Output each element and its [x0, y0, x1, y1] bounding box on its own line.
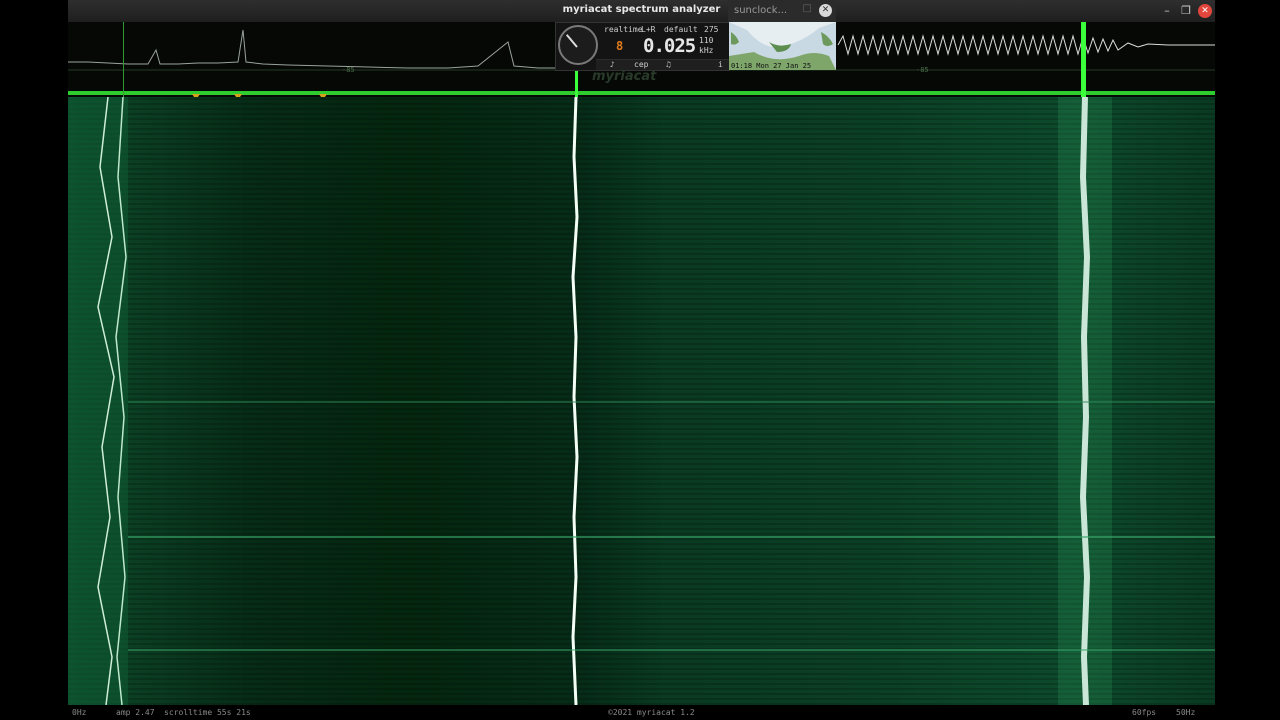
info-button[interactable]: i: [718, 60, 723, 69]
value-prefix: 8: [616, 39, 624, 53]
db-label-right: -85: [916, 66, 929, 74]
waterfall-spectrogram[interactable]: [68, 96, 1215, 706]
minimize-button[interactable]: –: [1160, 4, 1174, 18]
copyright-text: ©2021 myriacat 1.2: [608, 708, 695, 717]
cep-button[interactable]: cep: [634, 60, 648, 69]
frequency-readout: 0.025: [643, 35, 696, 57]
level-gauge-icon: [558, 25, 598, 65]
speaker-icon[interactable]: ♪: [610, 60, 615, 69]
peak-marker-center: [575, 68, 578, 97]
channel-label[interactable]: L+R: [641, 25, 655, 34]
scrolltime-readout: scrolltime 55s 21s: [164, 708, 251, 717]
waterfall-traces: [68, 96, 1215, 706]
note-icon[interactable]: ♫: [666, 60, 671, 69]
amp-readout: amp 2.47: [116, 708, 155, 717]
sunclock-close-button[interactable]: ✕: [819, 4, 832, 17]
count-label: 275: [704, 25, 719, 34]
sunclock-tab-title: sunclock...: [734, 5, 788, 16]
spectrum-trace: [68, 29, 568, 69]
sunclock-time: 01:18 Mon 27 Jan 25: [731, 62, 812, 70]
unit-top: 110: [699, 36, 714, 45]
peak-marker-right: [1081, 22, 1086, 97]
window-title: myriacat spectrum analyzer: [562, 4, 721, 15]
unit-bottom: kHz: [699, 46, 714, 55]
sunclock-map[interactable]: 01:18 Mon 27 Jan 25: [729, 22, 836, 70]
fps-readout: 60fps: [1132, 708, 1157, 717]
freq-start-label: 0Hz: [72, 708, 87, 717]
brand-watermark: myriacat: [592, 69, 657, 84]
preset-label[interactable]: default: [664, 25, 698, 34]
control-hud: realtime L+R default 275 8 0.025 110 kHz…: [555, 22, 730, 84]
mode-label[interactable]: realtime: [604, 25, 643, 34]
sunclock-maximize-button[interactable]: □: [803, 3, 812, 14]
waveform-trace: [837, 34, 1215, 56]
freq-end-label: 50Hz: [1176, 708, 1196, 717]
status-bar: 0Hz amp 2.47 scrolltime 55s 21s ©2021 my…: [68, 705, 1215, 720]
window-titlebar: myriacat spectrum analyzer – ❐ ✕: [68, 0, 1215, 23]
sunclock-window-tab[interactable]: sunclock... □ ✕: [728, 0, 836, 22]
db-label-left: -85: [342, 66, 355, 74]
close-button[interactable]: ✕: [1198, 4, 1212, 18]
maximize-button[interactable]: ❐: [1179, 4, 1193, 18]
peak-marker-left: [123, 22, 124, 97]
